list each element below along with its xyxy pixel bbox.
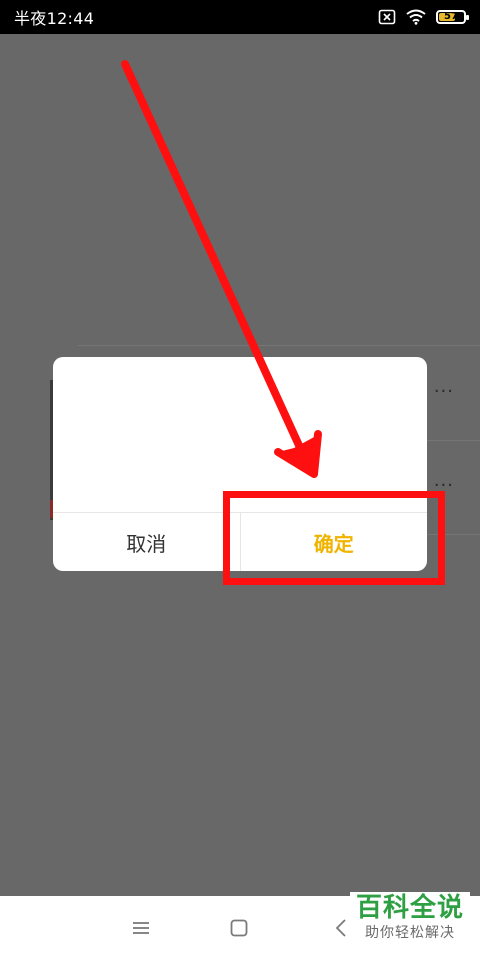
screen: 半夜12:44 57 ··· ··· 取消 确定 百科全说 助你轻松解决 — [0, 0, 480, 960]
watermark-subtitle: 助你轻松解决 — [365, 925, 455, 941]
background-divider — [78, 345, 480, 346]
sim-x-icon — [378, 9, 396, 25]
battery-icon: 57 — [436, 10, 469, 24]
watermark-logo: 百科全说 助你轻松解决 — [350, 892, 470, 954]
wifi-icon — [406, 9, 426, 25]
dialog-actions: 取消 确定 — [53, 512, 427, 571]
more-icon: ··· — [433, 475, 454, 496]
back-icon — [335, 919, 346, 937]
more-icon: ··· — [433, 381, 454, 402]
confirm-dialog: 取消 确定 — [53, 357, 427, 571]
menu-icon — [133, 922, 149, 934]
home-icon — [230, 919, 248, 937]
confirm-button[interactable]: 确定 — [241, 513, 428, 571]
status-time: 半夜12:44 — [14, 9, 95, 28]
dialog-body — [53, 357, 427, 512]
status-bar: 半夜12:44 57 — [0, 0, 480, 34]
status-icons: 57 — [378, 9, 469, 25]
home-button[interactable] — [216, 896, 262, 960]
battery-text: 57 — [444, 11, 458, 22]
cancel-button[interactable]: 取消 — [53, 513, 241, 571]
watermark-title: 百科全说 — [355, 893, 464, 923]
menu-button[interactable] — [118, 896, 164, 960]
